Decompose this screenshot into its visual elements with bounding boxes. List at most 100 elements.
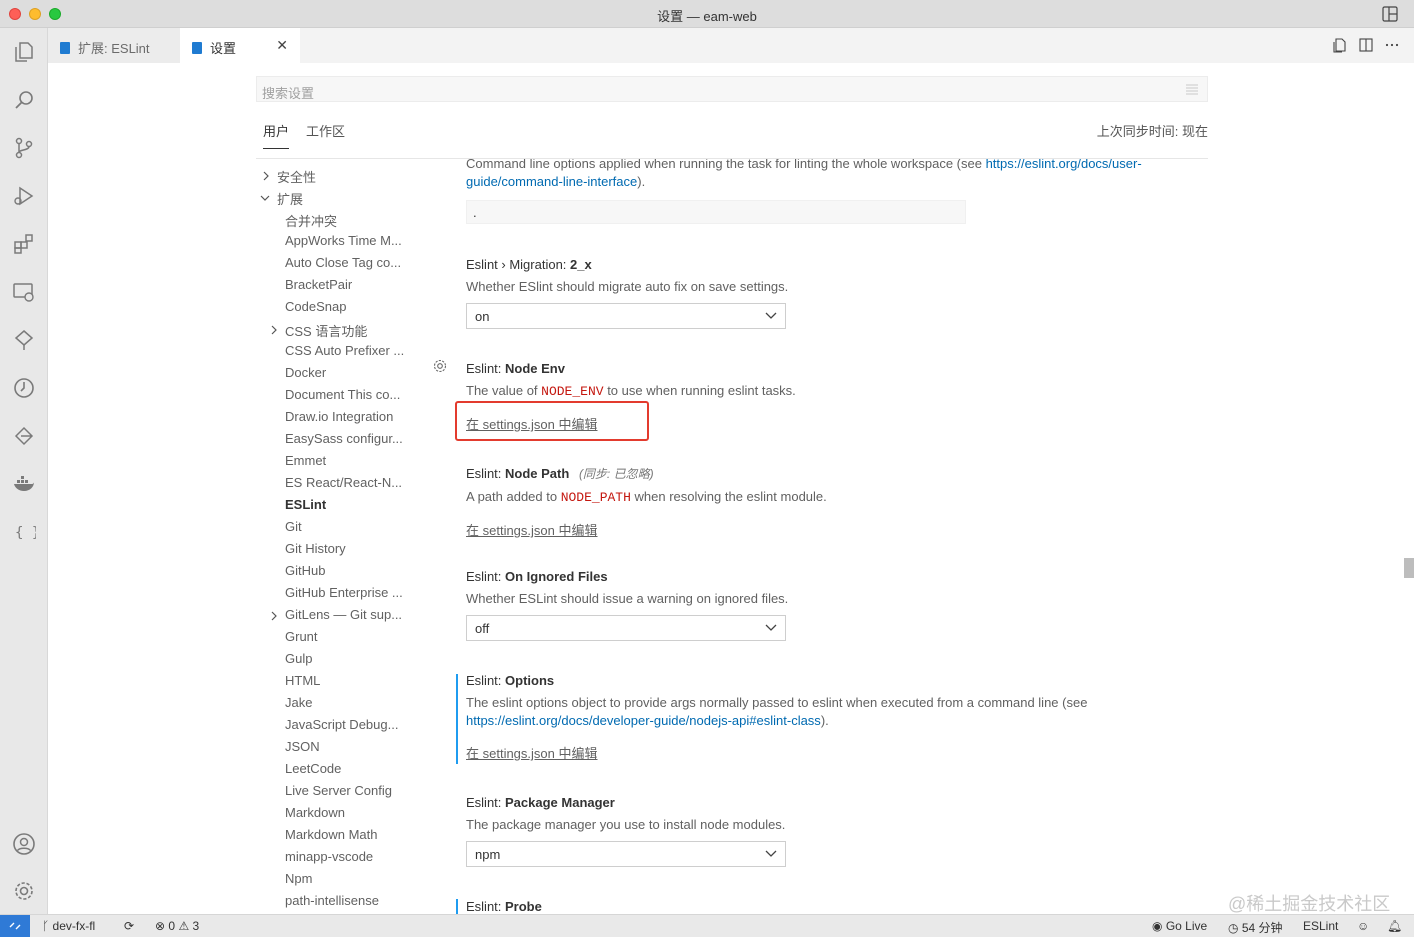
tab-workspace[interactable]: 工作区 (306, 121, 345, 140)
sync-icon[interactable]: ⟳ (124, 919, 134, 933)
toc-item[interactable]: minapp-vscode (285, 849, 373, 869)
desc-text: The eslint options object to provide arg… (466, 695, 1088, 710)
toc-item[interactable]: GitHub Enterprise ... (285, 585, 403, 605)
customize-layout-icon[interactable] (1382, 6, 1398, 22)
code-token: NODE_PATH (560, 490, 631, 505)
toc-item[interactable]: Markdown Math (285, 827, 377, 847)
chevron-down-icon (765, 850, 777, 857)
testing-icon[interactable] (12, 328, 36, 352)
toc-item[interactable]: Draw.io Integration (285, 409, 393, 429)
eslint-status[interactable]: ESLint (1303, 919, 1338, 933)
docker-icon[interactable] (12, 472, 36, 496)
setting-title: Eslint: Options (466, 673, 1206, 688)
toc-item[interactable]: GitHub (285, 563, 325, 583)
setting-description: The eslint options object to provide arg… (466, 694, 1206, 730)
manage-gear-icon[interactable] (12, 879, 36, 903)
toc-item[interactable]: JSON (285, 739, 320, 759)
docs-link[interactable]: https://eslint.org/docs/developer-guide/… (466, 713, 821, 728)
setting-title: Eslint: Probe (466, 899, 1206, 914)
toc-item[interactable]: ES React/React-N... (285, 475, 402, 495)
cmdline-options-input[interactable]: . (466, 200, 966, 224)
remote-explorer-icon[interactable] (12, 280, 36, 304)
gitlens-icon[interactable] (12, 424, 36, 448)
toc-item[interactable]: Docker (285, 365, 326, 385)
extensions-icon[interactable] (12, 232, 36, 256)
toc-item[interactable]: 合并冲突 (285, 211, 337, 231)
toc-item[interactable]: Document This co... (285, 387, 400, 407)
toc-item[interactable]: Live Server Config (285, 783, 392, 803)
toc-item[interactable]: Git (285, 519, 302, 539)
branch-status[interactable]: ᚴ dev-fx-fl (42, 919, 95, 933)
toc-item[interactable]: AppWorks Time M... (285, 233, 402, 253)
desc-text: The value of (466, 383, 542, 398)
setting-title: Eslint: On Ignored Files (466, 569, 1206, 584)
toc-item[interactable]: HTML (285, 673, 320, 693)
split-editor-icon[interactable] (1358, 37, 1374, 53)
toc-item[interactable]: Npm (285, 871, 312, 891)
scrollbar-thumb[interactable] (1404, 558, 1414, 578)
setting-gear-icon[interactable] (432, 358, 448, 374)
toc-item[interactable]: LeetCode (285, 761, 341, 781)
toc-item[interactable]: 扩展 (277, 189, 303, 209)
open-settings-json-icon[interactable] (1332, 37, 1348, 53)
setting-probe: Eslint: Probe (466, 899, 1206, 914)
tab-extension-eslint[interactable]: 扩展: ESLint (48, 28, 180, 63)
toc-item[interactable]: BracketPair (285, 277, 352, 297)
more-actions-icon[interactable] (1384, 37, 1400, 53)
toc-item[interactable]: Jake (285, 695, 312, 715)
svg-text:{ }: { } (15, 525, 36, 541)
setting-category: Eslint: (466, 466, 506, 481)
problems-status[interactable]: ⊗ 0 ⚠ 3 (155, 919, 199, 933)
search-settings-input[interactable]: 搜索设置 (256, 76, 1208, 102)
select-value: on (475, 309, 490, 324)
toc-item-active[interactable]: ESLint (285, 497, 326, 517)
tab-label: 设置 (210, 41, 237, 56)
toc-item[interactable]: JavaScript Debug... (285, 717, 398, 737)
toc-item[interactable]: GitLens — Git sup... (285, 607, 402, 627)
tab-settings[interactable]: 设置 ✕ (180, 28, 300, 63)
toc-item[interactable]: path-intellisense (285, 893, 379, 913)
accounts-icon[interactable] (12, 832, 36, 856)
go-live-button[interactable]: ◉ Go Live (1152, 919, 1207, 933)
toc-item[interactable]: CSS 语言功能 (285, 321, 367, 341)
toc-item[interactable]: Grunt (285, 629, 318, 649)
toc-item[interactable]: Markdown (285, 805, 345, 825)
timeline-icon[interactable] (12, 376, 36, 400)
setting-title: Eslint: Package Manager (466, 795, 1206, 810)
explorer-icon[interactable] (12, 40, 36, 64)
toc-item[interactable]: Emmet (285, 453, 326, 473)
setting-name: Node Env (505, 361, 565, 376)
toc-item[interactable]: Auto Close Tag co... (285, 255, 401, 275)
docs-link[interactable]: guide/command-line-interface (466, 174, 637, 189)
toc-item[interactable]: CSS Auto Prefixer ... (285, 343, 404, 363)
tab-label: 扩展: ESLint (78, 41, 150, 56)
feedback-icon[interactable]: ☺ (1357, 919, 1369, 933)
desc-text: ). (637, 174, 646, 189)
source-control-icon[interactable] (12, 136, 36, 160)
on-ignored-files-select[interactable]: off (466, 615, 786, 641)
toc-item[interactable]: Git History (285, 541, 346, 561)
json-braces-icon[interactable]: { } (12, 520, 36, 544)
notifications-icon[interactable]: 🔔︎ (1387, 919, 1402, 933)
setting-description: Whether ESLint should issue a warning on… (466, 591, 789, 606)
desc-text: when resolving the eslint module. (630, 489, 827, 504)
toc-item[interactable]: Gulp (285, 651, 312, 671)
migration-select[interactable]: on (466, 303, 786, 329)
remote-indicator[interactable] (0, 915, 30, 937)
docs-link[interactable]: https://eslint.org/docs/user- (986, 159, 1142, 171)
run-debug-icon[interactable] (12, 184, 36, 208)
warning-icon: ⚠ (178, 919, 190, 933)
search-icon[interactable] (12, 88, 36, 112)
setting-title: Eslint: Node Env (466, 361, 1206, 376)
toc-item[interactable]: CodeSnap (285, 299, 346, 319)
edit-in-settings-json-link[interactable]: 在 settings.json 中编辑 (466, 523, 598, 538)
close-icon[interactable]: ✕ (276, 37, 288, 54)
time-tracker[interactable]: ◷ 54 分钟 (1228, 919, 1283, 936)
package-manager-select[interactable]: npm (466, 841, 786, 867)
toc-item[interactable]: 安全性 (277, 167, 316, 187)
chevron-down-icon (765, 624, 777, 631)
filter-icon[interactable] (1185, 83, 1199, 95)
toc-item[interactable]: EasySass configur... (285, 431, 403, 451)
tab-user[interactable]: 用户 (263, 121, 290, 149)
edit-in-settings-json-link[interactable]: 在 settings.json 中编辑 (466, 746, 598, 761)
